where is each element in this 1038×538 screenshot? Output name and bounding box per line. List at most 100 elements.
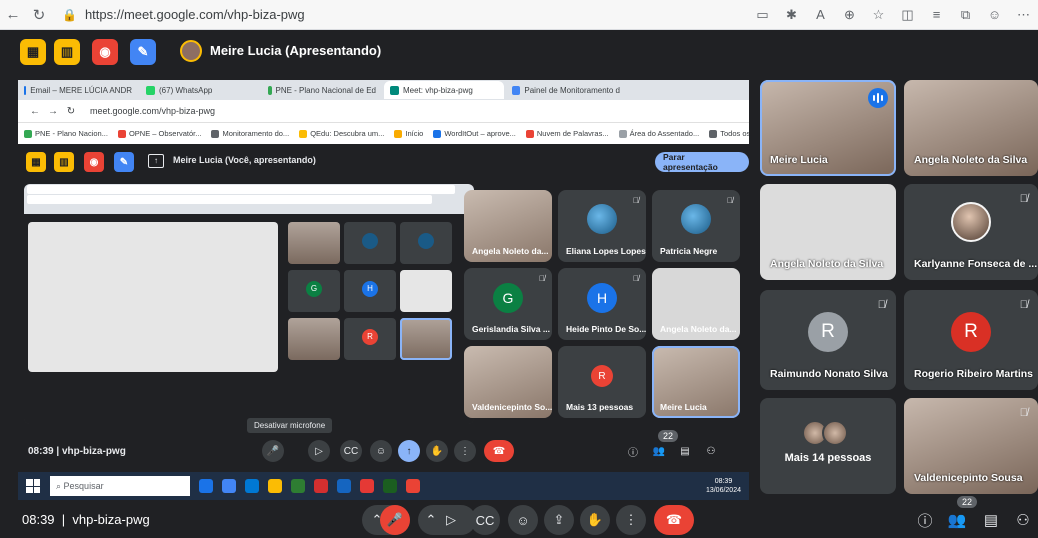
camera-icon[interactable]: ▷ [436, 505, 466, 535]
hangup-icon[interactable]: ☎ [654, 505, 694, 535]
bookmark: Início [394, 129, 423, 138]
captions-icon[interactable]: CC [470, 505, 500, 535]
nested-screen-thumb [28, 222, 278, 372]
people-icon[interactable]: 👥 [946, 509, 968, 531]
system-tray-clock: 08:39 13/06/2024 [705, 478, 741, 494]
shared-tile: 🎙̸ G Gerislandia Silva ... [464, 268, 552, 340]
powerpoint-icon [314, 479, 328, 493]
speaking-indicator-icon [868, 88, 888, 108]
mic-off-icon: 🎙̸ [539, 274, 545, 283]
app-icon [291, 479, 305, 493]
more-icon[interactable]: ⋯ [1009, 7, 1038, 23]
shared-tab-active: Meet: vhp-biza-pwg [384, 81, 504, 99]
bookmark-folder: Todos os favoritos [709, 129, 749, 138]
favorite-icon[interactable]: ☆ [864, 7, 893, 23]
mic-off-icon: 🎙̸ [1019, 299, 1028, 311]
back-icon[interactable]: ← [0, 6, 26, 23]
present-icon: ↑ [398, 440, 420, 462]
shared-tile: 🎙̸ H Heide Pinto De So... [558, 268, 646, 340]
edge-icon [199, 479, 213, 493]
search-icon: ⌕ [56, 480, 64, 491]
shared-tab: Painel de Monitoramento d [506, 81, 626, 99]
site-info-icon[interactable]: 🔒 [62, 8, 77, 22]
participant-avatars [802, 419, 848, 446]
meet-icon [390, 85, 399, 95]
chat-icon[interactable]: ▤ [980, 509, 1002, 531]
chrome-icon [268, 479, 282, 493]
camera-icon: ▷ [308, 440, 330, 462]
present-icon[interactable]: ⇪ [544, 505, 574, 535]
chrome-icon [406, 479, 420, 493]
nested-tile [400, 270, 452, 312]
meet-top-bar: ▦ ▥ ◉ ✎ Meire Lucia (Apresentando) [0, 30, 1038, 74]
record-app-icon[interactable]: ◉ [92, 39, 118, 65]
mic-off-icon[interactable]: 🎤 [380, 505, 410, 535]
avatar [681, 203, 711, 234]
info-icon[interactable]: ⓘ [914, 509, 936, 531]
nested-browser-chrome [24, 184, 474, 214]
windows-taskbar: ⌕ Pesquisar 08:39 13/06/2024 [18, 472, 749, 500]
reload-icon[interactable]: ↻ [26, 6, 52, 24]
mail-icon [245, 479, 259, 493]
activities-icon[interactable]: ⚇ [1012, 509, 1034, 531]
more-participants-tile[interactable]: Mais 14 pessoas [760, 398, 896, 494]
presenter-label: Meire Lucia (Apresentando) [210, 43, 382, 58]
presenter-avatar [180, 40, 202, 62]
documents-app-icon[interactable]: ▥ [54, 39, 80, 65]
shared-address: meet.google.com/vhp-biza-pwg [90, 106, 216, 116]
split-screen-icon[interactable]: ◫ [893, 7, 922, 23]
participant-tile[interactable]: Meire Lucia [760, 80, 896, 176]
effects-app-icon[interactable]: ✎ [130, 39, 156, 65]
nested-tile [400, 222, 452, 264]
doc-icon [268, 85, 272, 95]
mail-icon [24, 85, 27, 95]
shared-tab-strip: Email – MERE LÚCIA ANDR (67) WhatsApp PN… [18, 80, 749, 100]
hangup-icon: ☎ [484, 440, 514, 462]
forward-icon: → [48, 105, 58, 117]
participant-tile[interactable]: Angela Noleto da Silva [760, 184, 896, 280]
read-aloud-icon[interactable]: A [806, 7, 835, 22]
shared-tile: Angela Noleto da... [464, 190, 552, 262]
people-icon: 👥 [652, 445, 666, 457]
bookmark: Monitoramento do... [211, 129, 289, 138]
app-icon[interactable]: ⊕ [835, 7, 864, 23]
emoji-icon: ☺ [370, 440, 392, 462]
mic-off-icon: 🎙̸ [727, 196, 733, 205]
participant-tile[interactable]: 🎙̸ Karlyanne Fonseca de ... [904, 184, 1038, 280]
taskbar-search: ⌕ Pesquisar [50, 476, 190, 496]
windows-start-icon [26, 479, 40, 493]
nested-tile [400, 318, 452, 360]
shared-tab: Email – MERE LÚCIA ANDR [18, 81, 138, 99]
avatar [587, 203, 617, 234]
nested-tile: G [288, 270, 340, 312]
mic-off-icon: 🎙̸ [1019, 407, 1028, 419]
cast-icon[interactable]: ▭ [748, 7, 777, 23]
participant-tile[interactable]: 🎙̸ Valdenicepinto Sousa [904, 398, 1038, 494]
whiteboard-app-icon[interactable]: ▦ [20, 39, 46, 65]
address-bar[interactable]: https://meet.google.com/vhp-biza-pwg [85, 7, 748, 22]
acrobat-icon [360, 479, 374, 493]
extension-icon[interactable]: ✱ [777, 7, 806, 23]
raise-hand-icon[interactable]: ✋ [580, 505, 610, 535]
bookmark: QEdu: Descubra um... [299, 129, 384, 138]
effects-app-icon: ✎ [114, 152, 134, 172]
chat-icon: ▤ [680, 445, 690, 457]
participant-badge: 22 [658, 430, 679, 442]
shared-browser-chrome: Email – MERE LÚCIA ANDR (67) WhatsApp PN… [18, 80, 749, 144]
bookmark: PNE - Plano Nacion... [24, 129, 108, 138]
nested-tile [288, 222, 340, 264]
profile-icon[interactable]: ☺ [980, 7, 1009, 22]
participant-tile[interactable]: 🎙̸ R Raimundo Nonato Silva [760, 290, 896, 390]
explorer-icon [222, 479, 236, 493]
emoji-icon[interactable]: ☺ [508, 505, 538, 535]
info-icon: ⓘ [628, 447, 638, 459]
favorites-icon[interactable]: ≡ [922, 7, 951, 22]
more-options-icon[interactable]: ⋮ [616, 505, 646, 535]
shared-tile-self: Meire Lucia [652, 346, 740, 418]
bookmark: Nuvem de Palavras... [525, 129, 609, 138]
dashboard-icon [512, 85, 521, 95]
participant-tile[interactable]: Angela Noleto da Silva [904, 80, 1038, 176]
participant-tile[interactable]: 🎙̸ R Rogerio Ribeiro Martins [904, 290, 1038, 390]
collections-icon[interactable]: ⧉ [951, 7, 980, 23]
more-options-icon: ⋮ [454, 440, 476, 462]
